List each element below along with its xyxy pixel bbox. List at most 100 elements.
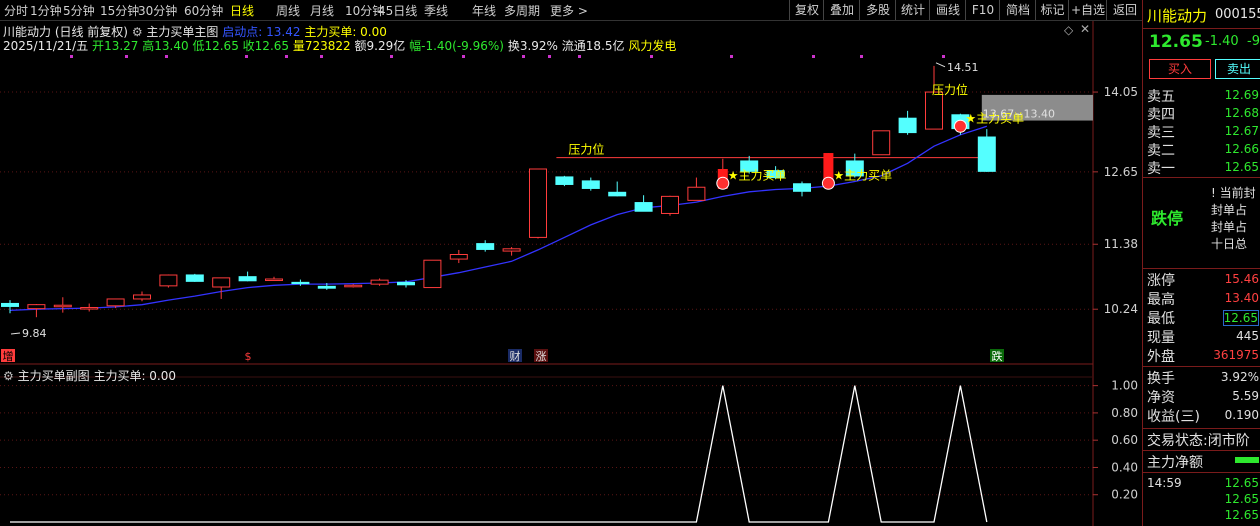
signal-dot (522, 55, 525, 58)
signal-dot (125, 55, 128, 58)
signal-dot (578, 55, 581, 58)
stat2-value: 0.190 (1224, 408, 1259, 422)
candle-body (423, 259, 442, 289)
ask-price: 12.69 (1224, 88, 1259, 102)
candle-body (555, 176, 574, 185)
candle (634, 195, 653, 212)
ask-row: 卖三 12.67 (1147, 122, 1259, 141)
event-flag: 财 (510, 349, 521, 363)
candle-body (449, 254, 468, 260)
candle (133, 291, 151, 302)
candle (581, 177, 600, 191)
candle-body (581, 180, 600, 189)
signal-dot (320, 55, 323, 58)
ask-label: 卖五 (1147, 89, 1175, 105)
event-flag: 涨 (536, 350, 547, 363)
event-flag: 跌 (992, 349, 1003, 363)
candle-body (317, 285, 336, 289)
event-flag: $ (245, 350, 252, 363)
seal-note: 封单占 (1211, 203, 1248, 217)
stat-row: 最低 12.65 (1147, 308, 1259, 327)
stat2-label: 净资 (1147, 390, 1175, 406)
buy-button[interactable]: 买入 (1149, 59, 1211, 79)
signal-dot (812, 55, 815, 58)
candle (238, 271, 257, 282)
candle-body (793, 183, 811, 192)
stat2-value: 5.59 (1232, 389, 1259, 403)
stat-row: 涨停 15.46 (1147, 270, 1259, 289)
sub-settings-icon[interactable]: ⚙ (3, 369, 14, 383)
candle-body (344, 284, 363, 288)
ask-row: 卖五 12.69 (1147, 86, 1259, 105)
ma-line (9, 125, 987, 312)
low-mark-pointer (10, 332, 21, 335)
ask-price: 12.68 (1224, 106, 1259, 120)
sub-indicator-value: 主力买单: 0.00 (93, 369, 177, 383)
candle (265, 276, 283, 282)
candle (53, 297, 72, 313)
candle-body (661, 195, 679, 214)
ask-label: 卖一 (1147, 161, 1175, 177)
signal-dot (285, 55, 288, 58)
candle-body (159, 274, 178, 287)
signal-dot (650, 55, 653, 58)
signal-dot (70, 55, 73, 58)
stat-value: 361975 (1213, 348, 1259, 362)
limit-status: 跌停 (1151, 209, 1184, 228)
ask-price: 12.66 (1224, 142, 1259, 156)
sell-button[interactable]: 卖出 (1215, 59, 1260, 79)
stat-label: 外盘 (1147, 349, 1175, 365)
ask-label: 卖四 (1147, 107, 1175, 123)
stat-row: 最高 13.40 (1147, 289, 1259, 308)
candle-body (53, 304, 72, 308)
candle-body (502, 248, 521, 252)
candle (608, 181, 627, 197)
candle-body (898, 117, 917, 134)
panel-price: 12.65 (1149, 32, 1203, 52)
candle-body (80, 307, 99, 310)
panel-change-pct: -9. (1247, 34, 1260, 49)
signal-dot (548, 55, 551, 58)
pressure-label: 压力位 (932, 82, 968, 97)
signal-dot (942, 55, 945, 58)
candle (898, 110, 917, 135)
candle (370, 278, 389, 286)
sub-axis-label: 0.40 (1111, 460, 1138, 474)
tick-price: 12.65 (1224, 492, 1259, 506)
tick-price: 12.65 (1224, 508, 1259, 522)
sub-indicator-name[interactable]: 主力买单副图 (18, 369, 90, 383)
candle-body (27, 304, 46, 310)
high-mark-pointer (935, 62, 946, 68)
candle (925, 65, 943, 130)
candle (872, 130, 891, 156)
candle-body (397, 281, 415, 286)
pressure-label: 压力位 (568, 142, 604, 157)
candle-body (687, 186, 706, 201)
signal-dot (730, 55, 733, 58)
price-axis-label: 14.05 (1104, 85, 1138, 99)
stat-label: 最高 (1147, 292, 1175, 308)
stat-value: 445 (1236, 329, 1259, 343)
sub-signal-line (10, 385, 988, 523)
high-mark-label: 14.51 (947, 61, 979, 74)
candle (80, 303, 99, 312)
candle (502, 247, 521, 256)
stat-label: 最低 (1147, 311, 1175, 327)
low-mark-label: 9.84 (22, 327, 47, 340)
signal-dot (165, 55, 168, 58)
ask-row: 卖四 12.68 (1147, 104, 1259, 123)
stat-value: 15.46 (1224, 272, 1259, 286)
candle-body (238, 276, 257, 282)
seal-note: 十日总 (1211, 237, 1248, 251)
stat2-row: 收益(三) 0.190 (1147, 406, 1259, 425)
ask-row: 卖一 12.65 (1147, 158, 1259, 177)
panel-stock-code: 000155 (1215, 7, 1260, 22)
stat-row: 外盘 361975 (1147, 346, 1259, 365)
trade-status: 交易状态:闭市阶 (1147, 433, 1250, 449)
kline-chart[interactable]: 14.0512.6511.3810.24 压力位压力位★主力买单 ★主力买单★主力… (0, 0, 1142, 526)
candle-body (977, 136, 996, 172)
candle-body (291, 281, 310, 285)
candle (476, 240, 495, 252)
candle (449, 249, 468, 264)
candle (1, 300, 19, 314)
